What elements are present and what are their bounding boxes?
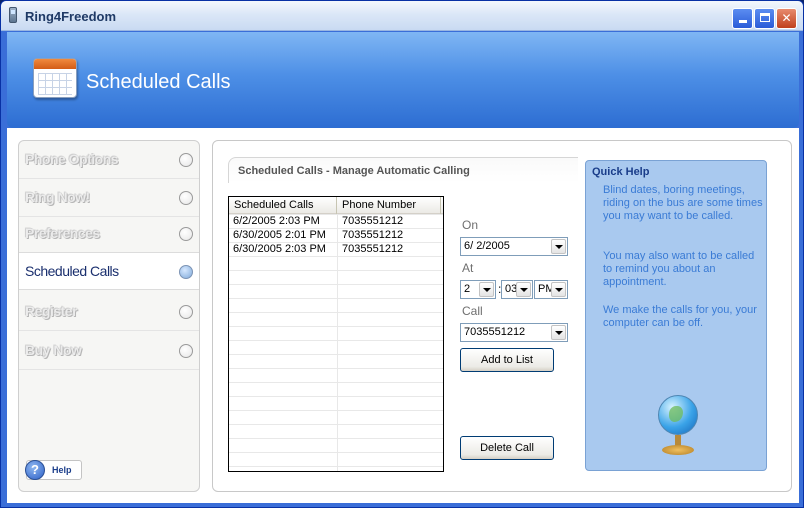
side-nav: Phone Options Ring Now! Preferences Sche… <box>18 140 200 492</box>
maximize-button[interactable] <box>754 8 775 29</box>
quick-help-text: You may also want to be called to remind… <box>603 250 755 288</box>
section-tab: Scheduled Calls - Manage Automatic Calli… <box>228 157 578 183</box>
phone-app-icon <box>9 7 17 23</box>
globe-icon <box>656 395 700 457</box>
nav-item-label: Register <box>25 303 78 319</box>
minimize-icon <box>738 20 747 23</box>
nav-item-label: Buy Now <box>25 342 82 358</box>
title-bar[interactable]: Ring4Freedom ✕ <box>1 1 803 31</box>
list-body: 6/2/2005 2:03 PM 7035551212 6/30/2005 2:… <box>229 214 443 471</box>
add-to-list-button[interactable]: Add to List <box>460 348 554 372</box>
header-banner: Scheduled Calls <box>7 32 799 128</box>
phone-number-value: 7035551212 <box>464 326 526 338</box>
nav-item-label: Preferences <box>25 225 100 241</box>
on-label: On <box>462 218 479 232</box>
nav-item-register[interactable]: Register <box>19 293 199 331</box>
call-label: Call <box>462 304 483 318</box>
column-divider <box>337 214 338 471</box>
quick-help-text: We make the calls for you, your computer… <box>603 304 757 329</box>
scheduled-time-cell: 6/2/2005 2:03 PM <box>233 215 320 227</box>
delete-call-button[interactable]: Delete Call <box>460 436 554 460</box>
radio-indicator[interactable] <box>179 305 193 319</box>
column-header-scheduled-calls[interactable]: Scheduled Calls <box>229 197 337 214</box>
scheduled-calls-list[interactable]: Scheduled Calls Phone Number 6/2/2005 2:… <box>228 196 444 472</box>
quick-help-title: Quick Help <box>592 166 650 178</box>
nav-item-buy-now[interactable]: Buy Now <box>19 332 199 370</box>
chevron-down-icon[interactable] <box>551 325 566 340</box>
quick-help-text: Blind dates, boring meetings, riding on … <box>603 184 763 222</box>
nav-item-phone-options[interactable]: Phone Options <box>19 141 199 179</box>
hour-value: 2 <box>464 283 471 295</box>
window-title: Ring4Freedom <box>25 9 117 24</box>
date-value: 6/ 2/2005 <box>464 240 510 252</box>
help-button[interactable]: ? Help <box>25 460 82 480</box>
list-row[interactable]: 6/30/2005 2:01 PM 7035551212 <box>229 228 443 242</box>
globe-base <box>662 445 694 455</box>
nav-item-label: Scheduled Calls <box>25 263 119 279</box>
close-button[interactable]: ✕ <box>776 8 797 29</box>
date-picker[interactable]: 6/ 2/2005 <box>460 237 568 256</box>
phone-number-cell: 7035551212 <box>342 229 404 241</box>
nav-item-ring-now[interactable]: Ring Now! <box>19 179 199 217</box>
minute-select[interactable]: 03 <box>501 280 533 299</box>
at-label: At <box>462 261 474 275</box>
radio-indicator[interactable] <box>179 227 193 241</box>
radio-indicator[interactable] <box>179 344 193 358</box>
nav-item-label: Phone Options <box>25 151 119 167</box>
radio-indicator-selected[interactable] <box>179 265 193 279</box>
chevron-down-icon[interactable] <box>551 282 566 297</box>
close-icon: ✕ <box>781 11 792 25</box>
phone-number-cell: 7035551212 <box>342 243 404 255</box>
list-header: Scheduled Calls Phone Number <box>229 197 443 214</box>
chevron-down-icon[interactable] <box>551 239 566 254</box>
column-header-phone-number[interactable]: Phone Number <box>337 197 441 214</box>
calendar-icon-header <box>34 59 76 69</box>
list-row[interactable]: 6/2/2005 2:03 PM 7035551212 <box>229 214 443 228</box>
page-title: Scheduled Calls <box>86 71 231 93</box>
globe-land <box>669 406 683 422</box>
help-icon: ? <box>25 460 45 480</box>
hour-select[interactable]: 2 <box>460 280 496 299</box>
calendar-icon <box>33 58 77 98</box>
minimize-button[interactable] <box>732 8 753 29</box>
globe-ball <box>658 395 698 435</box>
nav-item-preferences[interactable]: Preferences <box>19 215 199 253</box>
calendar-icon-grid <box>38 73 72 95</box>
nav-item-label: Ring Now! <box>25 189 90 205</box>
ampm-select[interactable]: PM <box>534 280 568 299</box>
phone-number-cell: 7035551212 <box>342 215 404 227</box>
list-row[interactable]: 6/30/2005 2:03 PM 7035551212 <box>229 242 443 256</box>
radio-indicator[interactable] <box>179 191 193 205</box>
section-title: Scheduled Calls - Manage Automatic Calli… <box>238 165 470 177</box>
scheduled-time-cell: 6/30/2005 2:03 PM <box>233 243 326 255</box>
maximize-icon <box>759 13 770 22</box>
help-label: Help <box>52 465 72 475</box>
radio-indicator[interactable] <box>179 153 193 167</box>
chevron-down-icon[interactable] <box>479 282 494 297</box>
nav-item-scheduled-calls[interactable]: Scheduled Calls <box>19 252 199 290</box>
chevron-down-icon[interactable] <box>516 282 531 297</box>
scheduled-time-cell: 6/30/2005 2:01 PM <box>233 229 326 241</box>
quick-help-panel: Quick Help Blind dates, boring meetings,… <box>585 160 767 471</box>
phone-number-select[interactable]: 7035551212 <box>460 323 568 342</box>
